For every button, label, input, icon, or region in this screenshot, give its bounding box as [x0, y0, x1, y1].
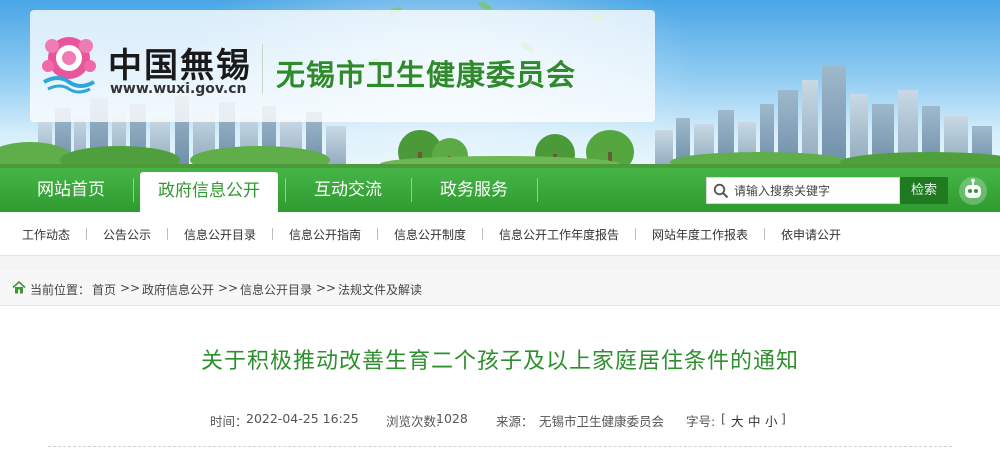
font-size-bracket-close: ]: [781, 411, 786, 426]
city-logo-title[interactable]: 中国無锡: [108, 38, 252, 87]
nav-item-gov-info-disclosure[interactable]: 政府信息公开: [140, 172, 278, 212]
subnav-item-website-annual-report[interactable]: 网站年度工作报表: [652, 226, 748, 243]
publish-time-label: 时间：: [210, 414, 248, 429]
nav-item-home[interactable]: 网站首页: [16, 168, 126, 212]
source-label: 来源：: [496, 414, 534, 429]
meta-divider: [48, 446, 952, 447]
organization-name[interactable]: 无锡市卫生健康委员会: [276, 52, 576, 94]
subnav-separator: [764, 228, 765, 240]
nav-separator: [133, 178, 134, 202]
source-value: 无锡市卫生健康委员会: [539, 414, 665, 429]
article-title: 关于积极推动改善生育二个孩子及以上家庭居住条件的通知: [200, 349, 799, 374]
subnav-item-work-updates[interactable]: 工作动态: [22, 226, 70, 243]
sub-navigation: 工作动态 公告公示 信息公开目录 信息公开指南 信息公开制度 信息公开工作年度报…: [0, 212, 1000, 256]
subnav-separator: [482, 228, 483, 240]
view-count-label: 浏览次数:: [386, 414, 441, 429]
subnav-separator: [377, 228, 378, 240]
view-count-value: 1028: [436, 411, 468, 426]
font-size-medium-button[interactable]: 中: [748, 411, 761, 430]
city-logo-url[interactable]: www.wuxi.gov.cn: [110, 81, 246, 97]
breadcrumb-gov-info-disclosure[interactable]: 政府信息公开: [142, 281, 214, 298]
nav-item-gov-services[interactable]: 政务服务: [418, 168, 530, 212]
logo-divider: [262, 44, 263, 94]
nav-separator: [411, 178, 412, 202]
subnav-separator: [272, 228, 273, 240]
breadcrumb-separator: >>: [316, 281, 337, 295]
font-size-small-button[interactable]: 小: [765, 411, 778, 430]
home-icon: [12, 281, 26, 294]
subnav-item-disclosure-guide[interactable]: 信息公开指南: [289, 226, 361, 243]
breadcrumb-prefix: 当前位置：: [30, 283, 91, 297]
header-banner: 中国無锡 www.wuxi.gov.cn 无锡市卫生健康委员会: [0, 0, 1000, 168]
search-input[interactable]: [734, 177, 898, 204]
subnav-item-on-request-disclosure[interactable]: 依申请公开: [781, 226, 841, 243]
subnav-separator: [635, 228, 636, 240]
subnav-item-disclosure-rules[interactable]: 信息公开制度: [394, 226, 466, 243]
font-size-bracket-open: [: [721, 411, 726, 426]
subnav-item-disclosure-catalog[interactable]: 信息公开目录: [184, 226, 256, 243]
font-size-label: 字号:: [686, 414, 716, 429]
search-button[interactable]: 检索: [900, 177, 948, 204]
breadcrumb-disclosure-catalog[interactable]: 信息公开目录: [240, 281, 312, 298]
subnav-separator: [86, 228, 87, 240]
subnav-separator: [167, 228, 168, 240]
breadcrumb-separator: >>: [120, 281, 141, 295]
main-navigation: 网站首页 政府信息公开 互动交流 政务服务 检索: [0, 168, 1000, 212]
nav-separator: [285, 178, 286, 202]
breadcrumb-regulations[interactable]: 法规文件及解读: [338, 281, 422, 298]
subnav-item-annual-disclosure-report[interactable]: 信息公开工作年度报告: [499, 226, 619, 243]
breadcrumb-home[interactable]: 首页: [92, 281, 116, 298]
nav-separator: [537, 178, 538, 202]
breadcrumb: 当前位置： 首页 >> 政府信息公开 >> 信息公开目录 >> 法规文件及解读: [0, 270, 1000, 306]
publish-time-value: 2022-04-25 16:25: [246, 411, 359, 426]
emblem-logo-icon[interactable]: [38, 34, 100, 94]
subnav-item-announcements[interactable]: 公告公示: [103, 226, 151, 243]
robot-assistant-icon[interactable]: [958, 176, 988, 206]
section-gap: [0, 256, 1000, 270]
search-icon: [713, 183, 729, 199]
nav-item-interaction[interactable]: 互动交流: [292, 168, 404, 212]
font-size-large-button[interactable]: 大: [731, 411, 744, 430]
breadcrumb-separator: >>: [218, 281, 239, 295]
